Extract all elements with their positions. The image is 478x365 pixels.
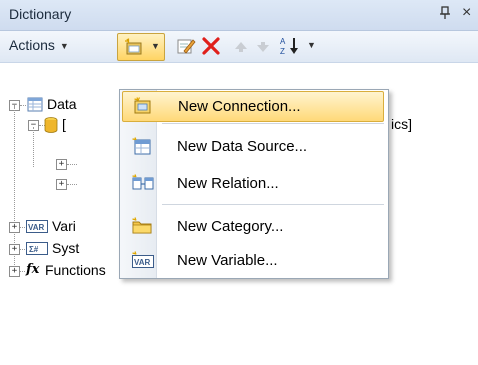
menu-item-new-category[interactable]: New Category... [122,212,384,241]
new-variable-icon: VAR [132,251,154,272]
menu-item-new-variable[interactable]: VAR New Variable... [122,246,384,275]
database-icon [44,117,58,136]
menu-separator [162,123,384,124]
actions-label: Actions [9,37,55,53]
svg-text:VAR: VAR [28,223,45,232]
system-variable-icon: Σ# [26,242,48,258]
tree-label-variables: Vari [52,218,76,234]
expand-icon[interactable]: + [9,244,20,255]
menu-item-label: New Relation... [177,175,279,192]
tree-node-data-sources[interactable]: − Data [9,95,119,115]
chevron-down-icon: ▼ [151,41,160,51]
expand-icon[interactable]: + [9,222,20,233]
close-icon[interactable]: × [462,4,471,22]
variable-icon: VAR [26,220,48,236]
tree-node-variables[interactable]: + VAR Vari [9,217,119,237]
edit-icon[interactable] [176,37,196,58]
menu-item-label: New Data Source... [177,138,308,155]
svg-text:VAR: VAR [134,258,151,267]
tree-label-system-variables: Syst [52,240,80,256]
tree-connector [20,249,25,250]
menu-item-label: New Category... [177,218,284,235]
function-icon: fx [26,262,40,277]
chevron-down-icon[interactable]: ▼ [307,40,316,50]
dictionary-panel: Dictionary × Actions ▼ ▼ A Z ▼ − Data − … [0,0,478,365]
expand-icon[interactable]: + [56,159,67,170]
menu-item-new-relation[interactable]: New Relation... [122,169,384,198]
tree-label-connection-prefix: [ [62,116,66,132]
new-connection-icon [133,97,153,118]
menu-item-new-connection[interactable]: New Connection... [122,91,384,122]
dictionary-toolbar: Actions ▼ ▼ A Z ▼ [0,31,478,63]
new-data-source-icon [132,137,152,158]
tree-node-system-variables[interactable]: + Σ# Syst [9,239,119,259]
tree-label-functions: Functions [45,262,106,278]
new-item-icon [124,38,144,59]
panel-titlebar: Dictionary × [0,0,478,31]
menu-separator [162,204,384,205]
data-sources-icon [27,97,43,115]
chevron-down-icon: ▼ [59,41,69,52]
tree-connector [33,127,34,167]
new-relation-icon [132,174,154,195]
expand-icon[interactable]: + [56,179,67,190]
menu-item-label: New Connection... [178,98,301,115]
pin-icon[interactable] [440,6,450,23]
move-up-icon[interactable] [234,40,248,56]
tree-connector [67,164,77,165]
tree-connector [20,105,26,106]
expand-icon[interactable]: + [9,266,20,277]
delete-icon[interactable] [201,37,221,58]
tree-connector [67,184,77,185]
tree-connector [20,271,25,272]
move-down-icon[interactable] [256,40,270,56]
actions-menu-button[interactable]: Actions ▼ [9,37,69,53]
new-category-icon [132,217,152,238]
panel-title: Dictionary [9,6,72,22]
new-item-dropdown-menu: New Connection... New Data Source... New… [119,89,389,279]
menu-item-label: New Variable... [177,252,278,269]
svg-text:Σ#: Σ# [29,245,39,254]
tree-label-data-sources: Data [47,96,77,112]
tree-connector [20,227,25,228]
menu-item-new-data-source[interactable]: New Data Source... [122,132,384,161]
tree-label-connection-suffix: ics] [391,116,412,132]
svg-text:A: A [280,37,286,46]
svg-text:Z: Z [280,47,285,56]
sort-icon[interactable]: A Z [279,35,301,60]
new-item-dropdown-button[interactable]: ▼ [117,33,165,61]
